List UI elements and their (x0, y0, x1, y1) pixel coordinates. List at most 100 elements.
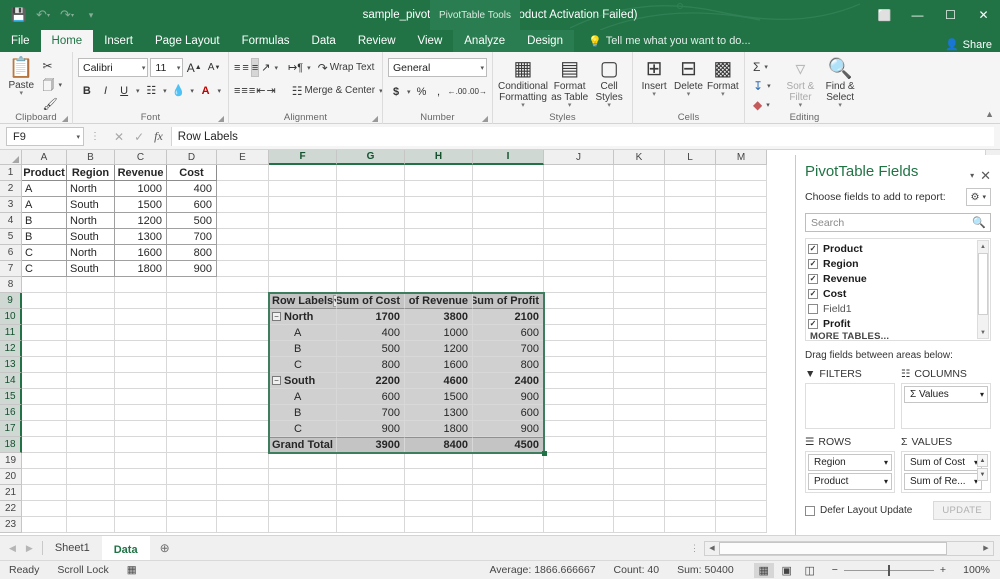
align-center-icon[interactable]: ≡ (241, 81, 247, 100)
grid-cell[interactable] (716, 485, 767, 501)
font-size-combo[interactable]: 11▾ (150, 58, 183, 77)
filters-dropzone[interactable] (805, 383, 895, 429)
grid-cell[interactable] (67, 309, 115, 325)
grid-cell[interactable] (167, 341, 217, 357)
values-scrollbar[interactable]: ▲ ▼ (977, 454, 988, 490)
grid-cell[interactable] (716, 421, 767, 437)
paste-button[interactable]: 📋 Paste▾ (5, 55, 37, 97)
grid-cell[interactable] (217, 421, 269, 437)
pivot-value-cell[interactable]: 700 (473, 341, 544, 357)
alignment-dialog-launcher[interactable]: ◢ (372, 114, 378, 123)
pivot-value-cell[interactable]: 900 (473, 389, 544, 405)
column-header-h[interactable]: H (405, 150, 473, 165)
grid-cell[interactable] (337, 261, 405, 277)
grid-cell[interactable] (115, 517, 167, 533)
currency-dropdown-icon[interactable]: ▾ (405, 88, 413, 96)
cancel-formula-icon[interactable]: ✕ (114, 130, 124, 144)
grid-cell[interactable] (473, 501, 544, 517)
grid-cell[interactable] (665, 405, 716, 421)
pivot-value-cell[interactable]: 1000 (405, 325, 473, 341)
grid-cell[interactable] (337, 485, 405, 501)
checkbox-icon[interactable]: ✓ (808, 244, 818, 254)
pivot-item-row-label[interactable]: A (269, 389, 337, 405)
grid-cell[interactable] (115, 341, 167, 357)
values-dropzone[interactable]: Sum of Cost▾ Sum of Re...▾ ▲ ▼ (901, 451, 991, 493)
grid-cell[interactable] (22, 389, 67, 405)
pivot-value-header[interactable]: Sum of Cost (337, 293, 405, 309)
grid-cell[interactable] (217, 165, 269, 181)
grid-cell[interactable] (614, 261, 665, 277)
grid-cell[interactable] (167, 325, 217, 341)
minimize-icon[interactable]: — (901, 0, 934, 30)
pivot-item-row-label[interactable]: C (269, 421, 337, 437)
grid-cell[interactable] (167, 437, 217, 453)
tab-analyze[interactable]: Analyze (453, 30, 516, 52)
redo-icon[interactable]: ↷▾ (56, 4, 78, 26)
percent-format-icon[interactable]: % (414, 82, 430, 101)
grid-cell[interactable] (217, 437, 269, 453)
pivot-item-row-label[interactable]: C (269, 357, 337, 373)
grid-cell[interactable] (217, 245, 269, 261)
grid-cell[interactable] (22, 501, 67, 517)
tab-design[interactable]: Design (516, 30, 574, 52)
grid-cell[interactable] (269, 197, 337, 213)
grid-cell[interactable] (337, 453, 405, 469)
grid-cell[interactable] (269, 165, 337, 181)
defer-layout-checkbox[interactable] (805, 506, 815, 516)
field-search-box[interactable]: Search 🔍 (805, 213, 991, 232)
grid-cell[interactable] (22, 405, 67, 421)
grid-cell[interactable] (405, 485, 473, 501)
grid-cell[interactable] (614, 245, 665, 261)
grid-cell[interactable] (167, 421, 217, 437)
grid-cell[interactable] (544, 197, 614, 213)
cut-button[interactable]: ✂ (39, 57, 67, 74)
increase-decimal-icon[interactable]: ←.00 (448, 82, 467, 101)
row-header-20[interactable]: 20 (0, 469, 22, 485)
grid-cell[interactable] (217, 293, 269, 309)
grid-cell[interactable] (217, 341, 269, 357)
font-dialog-launcher[interactable]: ◢ (218, 114, 224, 123)
grid-cell[interactable] (217, 485, 269, 501)
grid-cell[interactable] (665, 341, 716, 357)
grid-cell[interactable] (337, 181, 405, 197)
column-header-f[interactable]: F (269, 150, 337, 165)
pivot-value-cell[interactable]: 600 (473, 325, 544, 341)
grid-cell[interactable] (67, 373, 115, 389)
row-header-10[interactable]: 10 (0, 309, 22, 325)
grid-cell[interactable] (67, 517, 115, 533)
rows-dropzone[interactable]: Region▾ Product▾ (805, 451, 895, 493)
grid-cell[interactable] (665, 421, 716, 437)
grid-cell[interactable] (22, 341, 67, 357)
grid-cell[interactable] (716, 437, 767, 453)
pivot-grand-total-value[interactable]: 4500 (473, 437, 544, 453)
grid-cell[interactable] (665, 485, 716, 501)
grid-cell[interactable] (614, 453, 665, 469)
pivot-group-row-label[interactable]: −North (269, 309, 337, 325)
horizontal-scroll-thumb[interactable] (719, 542, 947, 555)
row-header-9[interactable]: 9 (0, 293, 22, 309)
customize-qat-icon[interactable]: ▾ (80, 4, 102, 26)
grid-cell[interactable] (217, 453, 269, 469)
row-header-17[interactable]: 17 (0, 421, 22, 437)
grid-cell[interactable] (405, 213, 473, 229)
row-header-12[interactable]: 12 (0, 341, 22, 357)
grid-cell[interactable] (614, 325, 665, 341)
grid-cell[interactable] (614, 421, 665, 437)
values-field-sum-of-cost[interactable]: Sum of Cost▾ (904, 454, 982, 471)
grid-cell[interactable] (665, 309, 716, 325)
grid-cell[interactable] (665, 373, 716, 389)
scroll-right-icon[interactable]: ▶ (979, 542, 993, 555)
grid-cell[interactable] (716, 389, 767, 405)
checkbox-icon[interactable]: ✓ (808, 319, 818, 329)
column-header-l[interactable]: L (665, 150, 716, 165)
column-header-k[interactable]: K (614, 150, 665, 165)
grid-cell[interactable] (665, 517, 716, 533)
grid-cell[interactable] (665, 293, 716, 309)
worksheet-grid[interactable]: ABCDEFGHIJKLM123456789101112131415161718… (0, 150, 783, 535)
text-direction-icon[interactable]: ↦¶ (288, 58, 303, 77)
grid-cell[interactable] (544, 437, 614, 453)
grid-cell[interactable] (115, 373, 167, 389)
grid-cell[interactable] (614, 501, 665, 517)
view-page-layout-icon[interactable]: ▣ (777, 563, 797, 578)
grid-cell[interactable] (269, 517, 337, 533)
